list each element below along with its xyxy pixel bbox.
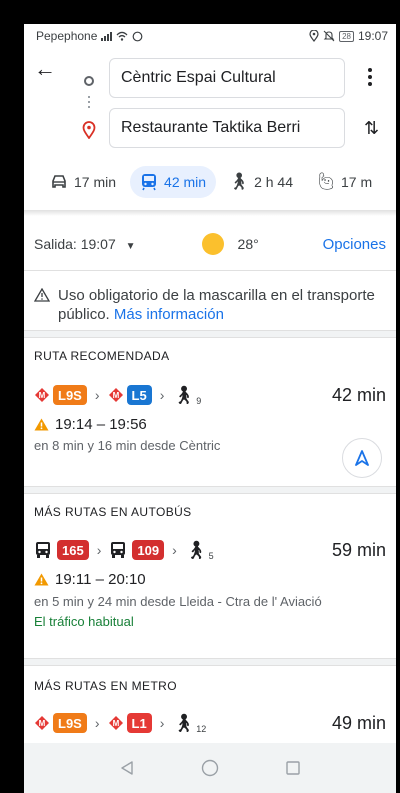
transit-duration: 42 min (164, 174, 207, 190)
svg-text:M: M (39, 391, 46, 400)
dropdown-arrow-icon: ▼ (125, 241, 136, 252)
chevron-right-icon: › (94, 715, 100, 731)
car-duration: 17 min (74, 174, 117, 190)
bus-icon (111, 542, 126, 558)
origin-dot-icon (84, 76, 94, 86)
back-arrow-icon[interactable]: ← (34, 58, 56, 80)
more-info-link[interactable]: Más información (114, 306, 224, 323)
section-title: RUTA RECOMENDADA (34, 349, 170, 363)
departure-time-selector[interactable]: Salida: 19:07 ▼ (34, 236, 136, 252)
line-badge-109: 109 (132, 540, 165, 560)
time-range-row: 19:11 – 20:10 (34, 571, 146, 588)
destination-pin-icon (82, 121, 96, 139)
ride-duration: 17 m (341, 174, 373, 190)
section-separator (24, 658, 396, 666)
walk-minutes: 12 (196, 723, 207, 734)
route-duration: 42 min (331, 384, 386, 405)
walking-icon: 🚶︎ 5 (184, 539, 214, 561)
route-detail: en 8 min y 16 min desde Cèntric (34, 438, 221, 453)
origin-input[interactable]: Cèntric Espai Cultural (109, 58, 345, 98)
departure-label: Salida: 19:07 (34, 236, 116, 252)
carrier-label: Pepephone (36, 29, 98, 43)
departure-row: Salida: 19:07 ▼ 28° Opciones (24, 222, 396, 266)
sun-icon (201, 233, 224, 255)
chevron-right-icon: › (94, 387, 100, 403)
signal-icon (101, 31, 113, 41)
time-range: 19:14 – 19:56 (55, 416, 147, 433)
back-nav-icon[interactable] (119, 760, 135, 776)
walk-minutes: 5 (208, 550, 214, 561)
warning-icon (34, 573, 49, 586)
line-badge-l9s: L9S (53, 713, 87, 733)
walking-icon: 🚶︎ (228, 172, 250, 191)
line-badge-l5: L5 (126, 385, 152, 405)
location-status-icon (309, 30, 319, 42)
car-icon (50, 173, 68, 191)
warning-icon (34, 418, 49, 431)
tab-car[interactable]: 17 min (40, 166, 126, 198)
line-badge-l1: L1 (126, 713, 152, 733)
route-detail: en 5 min y 24 min desde Lleida - Ctra de… (34, 594, 322, 609)
walking-icon: 🚶︎ 12 (172, 712, 207, 734)
start-navigation-button[interactable] (342, 438, 382, 478)
clock: 19:07 (357, 29, 388, 43)
walking-icon: 🚶︎ 9 (172, 384, 202, 406)
time-range: 19:11 – 20:10 (55, 571, 146, 588)
options-button[interactable]: Opciones (323, 236, 386, 253)
swap-icon[interactable]: ⇅ (364, 118, 379, 139)
temperature: 28° (237, 236, 259, 252)
walk-duration: 2 h 44 (254, 174, 293, 190)
route-lines: M L9S › M L1 › 🚶︎ 12 49 min (34, 711, 386, 735)
transit-icon (140, 173, 158, 191)
mute-icon (323, 30, 335, 42)
whatsapp-icon (133, 31, 143, 41)
battery-icon: 28 (339, 30, 354, 42)
home-nav-icon[interactable] (201, 759, 219, 777)
route-lines: M L9S › M L5 › 🚶︎ 9 42 min (34, 383, 386, 407)
recents-nav-icon[interactable] (285, 760, 301, 776)
section-separator (24, 486, 396, 494)
tab-ride[interactable]: 🙋︎ 17 m (307, 166, 382, 198)
section-title: MÁS RUTAS EN METRO (34, 679, 177, 693)
metro-icon: M (108, 716, 123, 730)
chevron-right-icon: › (159, 715, 165, 731)
header-shadow (24, 210, 396, 216)
divider (24, 270, 396, 271)
metro-icon: M (35, 716, 49, 730)
travel-mode-tabs: 17 min 42 min 🚶︎ 2 h 44 🙋︎ 17 m (24, 162, 396, 202)
chevron-right-icon: › (172, 542, 177, 558)
chevron-right-icon: › (159, 387, 165, 403)
section-title: MÁS RUTAS EN AUTOBÚS (34, 505, 192, 519)
navigation-arrow-icon (355, 450, 369, 466)
phone-screen: Pepephone 28 19:07 ← Cèntric Espai Cultu… (24, 24, 396, 793)
more-options-icon[interactable] (368, 68, 372, 86)
walk-minutes: 9 (196, 395, 202, 406)
svg-text:M: M (112, 719, 119, 728)
tab-transit[interactable]: 42 min (130, 166, 217, 198)
route-connector (88, 96, 90, 110)
time-range-row: 19:14 – 19:56 (34, 416, 147, 433)
section-separator (24, 330, 396, 338)
hail-icon: 🙋︎ (315, 172, 337, 191)
metro-icon: M (108, 388, 123, 402)
line-badge-165: 165 (57, 540, 89, 560)
bus-icon (36, 542, 50, 558)
destination-input[interactable]: Restaurante Taktika Berri (109, 108, 345, 148)
metro-icon: M (35, 388, 49, 402)
chevron-right-icon: › (96, 542, 102, 558)
svg-text:M: M (39, 719, 46, 728)
route-duration: 49 min (331, 712, 386, 733)
status-bar: Pepephone 28 19:07 (24, 24, 396, 48)
system-navigation-bar (24, 743, 396, 793)
line-badge-l9s: L9S (53, 385, 87, 405)
svg-text:M: M (112, 391, 119, 400)
route-lines: 165 › 109 › 🚶︎ 5 59 min (34, 538, 386, 562)
wifi-icon (116, 31, 128, 41)
warning-outline-icon (34, 288, 50, 302)
traffic-status: El tráfico habitual (34, 614, 134, 629)
tab-walk[interactable]: 🚶︎ 2 h 44 (220, 166, 303, 198)
device-frame: Pepephone 28 19:07 ← Cèntric Espai Cultu… (0, 0, 400, 793)
mask-notice: Uso obligatorio de la mascarilla en el t… (34, 286, 390, 324)
route-duration: 59 min (331, 539, 386, 560)
